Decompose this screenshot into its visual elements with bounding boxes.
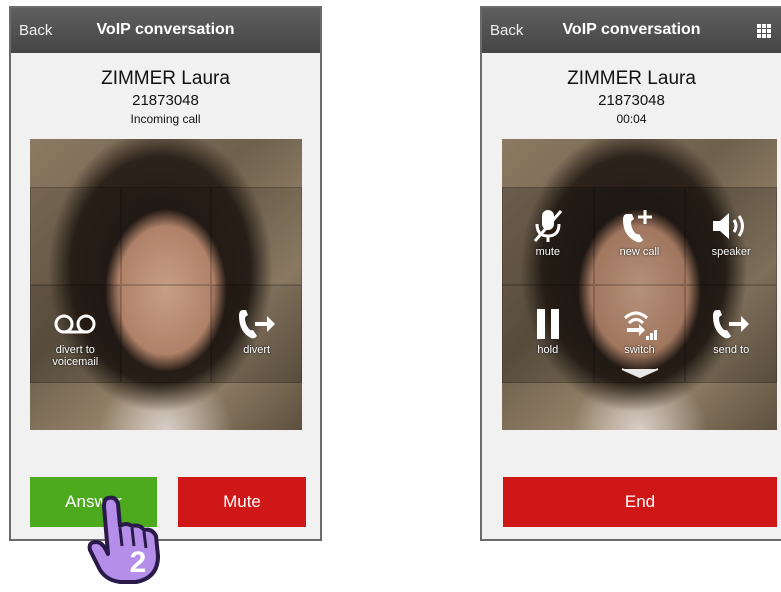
page-title: VoIP conversation [562, 21, 701, 38]
divert-voicemail-label-1: divert to [55, 344, 95, 356]
mute-label: mute [535, 246, 561, 258]
switch-device-icon [595, 306, 685, 342]
hold-label: hold [537, 344, 559, 356]
tap-hand-icon: 2 [86, 494, 178, 586]
grid-icon[interactable] [757, 24, 771, 38]
call-duration: 00:04 [616, 112, 647, 126]
new-call-label: new call [619, 246, 660, 258]
chevron-down-icon[interactable] [620, 368, 660, 378]
action-grid: divert to voicemail divert [30, 187, 302, 383]
voicemail-icon [31, 306, 120, 342]
caller-number: 21873048 [132, 92, 199, 109]
step-badge: 2 [129, 546, 147, 579]
caller-name: ZIMMER Laura [101, 68, 230, 89]
divert-voicemail-label-2: voicemail [52, 356, 99, 368]
mute-action-button[interactable]: mute [502, 187, 594, 285]
mic-muted-icon [503, 208, 593, 244]
nav-header: Back VoIP conversation [482, 8, 781, 53]
switch-label: switch [624, 344, 655, 356]
divert-button[interactable]: divert [211, 285, 302, 383]
new-call-button[interactable]: new call [593, 187, 686, 285]
send-to-label: send to [713, 344, 750, 356]
action-grid: mute new call speaker hold switch send t… [502, 187, 777, 383]
grid-cell-empty [211, 187, 302, 285]
mute-button[interactable]: Mute [178, 477, 306, 527]
speaker-button[interactable]: speaker [685, 187, 777, 285]
phone-forward-icon [212, 306, 301, 342]
divert-to-voicemail-button[interactable]: divert to voicemail [30, 285, 121, 383]
caller-name: ZIMMER Laura [567, 68, 696, 89]
call-status: Incoming call [130, 112, 201, 126]
pause-icon [503, 306, 593, 342]
speaker-icon [686, 208, 776, 244]
caller-photo: mute new call speaker hold switch send t… [502, 139, 777, 430]
incoming-call-screen: Back VoIP conversation ZIMMER Laura 2187… [9, 6, 322, 541]
nav-header: Back VoIP conversation [11, 8, 320, 53]
caller-number: 21873048 [598, 92, 665, 109]
phone-forward-icon [686, 306, 776, 342]
phone-plus-icon [595, 208, 685, 244]
caller-photo: divert to voicemail divert [30, 139, 302, 430]
speaker-label: speaker [711, 246, 751, 258]
divert-label: divert [243, 344, 271, 356]
active-call-screen: Back VoIP conversation ZIMMER Laura 2187… [480, 6, 781, 541]
hold-button[interactable]: hold [502, 285, 594, 383]
grid-cell-empty [120, 187, 212, 285]
end-call-button[interactable]: End [503, 477, 777, 527]
grid-cell-empty [120, 285, 212, 383]
page-title: VoIP conversation [96, 21, 235, 38]
send-to-button[interactable]: send to [685, 285, 777, 383]
grid-cell-empty [30, 187, 121, 285]
